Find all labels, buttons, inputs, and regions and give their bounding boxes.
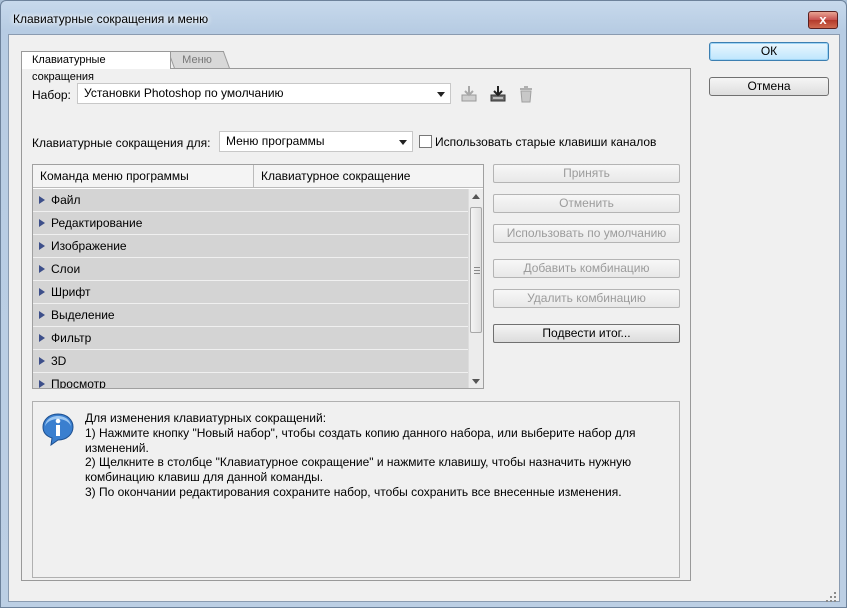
row-label: Шрифт	[51, 285, 91, 299]
close-button[interactable]: x	[808, 11, 838, 29]
legacy-channel-shortcuts-label[interactable]: Использовать старые клавиши каналов	[435, 135, 656, 149]
expand-triangle-icon[interactable]	[39, 311, 45, 319]
resize-grip-icon[interactable]	[825, 591, 837, 603]
table-header: Команда меню программы Клавиатурное сокр…	[33, 165, 483, 188]
summarize-button[interactable]: Подвести итог...	[493, 324, 680, 343]
column-header-shortcut[interactable]: Клавиатурное сокращение	[253, 165, 483, 188]
tab-keyboard-shortcuts[interactable]: Клавиатурные сокращения	[21, 51, 171, 83]
shortcuts-table: Команда меню программы Клавиатурное сокр…	[32, 164, 484, 389]
expand-triangle-icon[interactable]	[39, 380, 45, 388]
accept-button[interactable]: Принять	[493, 164, 680, 183]
save-as-new-set-icon	[490, 86, 506, 102]
info-line: 3) По окончании редактирования сохраните…	[85, 484, 622, 499]
tab-menus[interactable]: Меню	[167, 51, 231, 69]
cancel-button[interactable]: Отмена	[709, 77, 829, 96]
expand-triangle-icon[interactable]	[39, 357, 45, 365]
table-row[interactable]: Изображение	[33, 235, 468, 258]
info-line: Для изменения клавиатурных сокращений:	[85, 411, 327, 425]
table-row[interactable]: Файл	[33, 189, 468, 212]
table-scrollbar[interactable]	[468, 189, 483, 388]
scroll-down-arrow-icon[interactable]	[472, 379, 480, 384]
chevron-down-icon	[437, 92, 445, 97]
shortcuts-for-select[interactable]: Меню программы	[219, 131, 413, 152]
new-set-button[interactable]	[488, 84, 508, 104]
row-label: 3D	[51, 354, 67, 368]
close-icon: x	[819, 12, 827, 27]
info-box: Для изменения клавиатурных сокращений: 1…	[32, 401, 680, 578]
shortcuts-for-label: Клавиатурные сокращения для:	[32, 136, 211, 150]
delete-shortcut-button[interactable]: Удалить комбинацию	[493, 289, 680, 308]
expand-triangle-icon[interactable]	[39, 242, 45, 250]
table-row[interactable]: 3D	[33, 350, 468, 373]
row-label: Просмотр	[51, 377, 106, 389]
set-select-value: Установки Photoshop по умолчанию	[84, 86, 284, 100]
grip-line	[474, 273, 480, 274]
info-line: 1) Нажмите кнопку "Новый набор", чтобы с…	[85, 425, 636, 455]
ok-button[interactable]: ОК	[709, 42, 829, 61]
grip-line	[474, 267, 480, 268]
use-default-button[interactable]: Использовать по умолчанию	[493, 224, 680, 243]
row-label: Слои	[51, 262, 81, 276]
row-label: Выделение	[51, 308, 115, 322]
row-label: Изображение	[51, 239, 127, 253]
table-body: Файл Редактирование Изображение Слои Шрифт Вы…	[33, 189, 468, 389]
add-shortcut-button[interactable]: Добавить комбинацию	[493, 259, 680, 278]
title-bar[interactable]: Клавиатурные сокращения и меню x	[1, 1, 846, 35]
window-title: Клавиатурные сокращения и меню	[13, 12, 209, 26]
save-set-icon	[461, 86, 477, 102]
legacy-channel-shortcuts-checkbox[interactable]	[419, 135, 432, 148]
expand-triangle-icon[interactable]	[39, 334, 45, 342]
row-label: Файл	[51, 193, 81, 207]
expand-triangle-icon[interactable]	[39, 196, 45, 204]
expand-triangle-icon[interactable]	[39, 265, 45, 273]
expand-triangle-icon[interactable]	[39, 288, 45, 296]
undo-button[interactable]: Отменить	[493, 194, 680, 213]
column-header-command[interactable]: Команда меню программы	[33, 165, 253, 188]
table-row[interactable]: Просмотр	[33, 373, 468, 389]
grip-line	[474, 270, 480, 271]
scroll-up-arrow-icon[interactable]	[472, 194, 480, 199]
delete-set-button[interactable]	[516, 84, 536, 104]
delete-set-icon	[520, 86, 532, 103]
set-select[interactable]: Установки Photoshop по умолчанию	[77, 83, 451, 104]
table-row[interactable]: Редактирование	[33, 212, 468, 235]
scrollbar-thumb[interactable]	[470, 207, 482, 333]
set-label: Набор:	[32, 88, 71, 102]
info-icon	[42, 413, 74, 446]
table-row[interactable]: Выделение	[33, 304, 468, 327]
shortcuts-for-select-value: Меню программы	[226, 134, 325, 148]
row-label: Редактирование	[51, 216, 143, 230]
table-row[interactable]: Шрифт	[33, 281, 468, 304]
info-text: Для изменения клавиатурных сокращений: 1…	[85, 411, 675, 500]
save-set-button[interactable]	[459, 84, 479, 104]
dialog-window: Клавиатурные сокращения и меню x Клавиат…	[0, 0, 847, 608]
tab-label: Меню	[182, 54, 212, 66]
row-label: Фильтр	[51, 331, 92, 345]
table-row[interactable]: Фильтр	[33, 327, 468, 350]
chevron-down-icon	[399, 140, 407, 145]
info-line: 2) Щелкните в столбце "Клавиатурное сокр…	[85, 455, 632, 485]
table-row[interactable]: Слои	[33, 258, 468, 281]
expand-triangle-icon[interactable]	[39, 219, 45, 227]
